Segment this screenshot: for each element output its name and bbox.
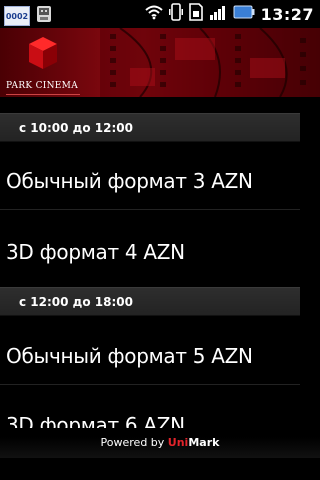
status-clock: 13:27 — [260, 4, 314, 24]
divider — [0, 384, 300, 385]
price-item[interactable]: 3D формат 6 AZN — [0, 397, 300, 428]
time-range-header: с 10:00 до 12:00 — [0, 113, 300, 142]
sim-icon — [188, 3, 203, 25]
time-range-header: с 12:00 до 18:00 — [0, 287, 300, 316]
wifi-icon — [144, 4, 163, 24]
header-banner: PARK CINEMA — [0, 28, 320, 97]
price-item[interactable]: Обычный формат 5 AZN — [0, 328, 300, 384]
divider — [0, 209, 300, 210]
logo-underline — [6, 94, 80, 95]
price-item[interactable]: 3D формат 4 AZN — [0, 224, 300, 280]
vibrate-icon — [168, 3, 183, 25]
logo-text: PARK CINEMA — [6, 81, 78, 91]
bottom-strip — [0, 458, 320, 480]
cube-logo-icon — [29, 37, 57, 69]
status-bar: 0002 13:27 — [0, 0, 320, 28]
brand-mark-text[interactable]: Mark — [188, 436, 219, 449]
signal-icon — [209, 4, 227, 24]
notification-badge[interactable]: 0002 — [4, 6, 30, 26]
price-list[interactable]: с 10:00 до 12:00 Обычный формат 3 AZN 3D… — [0, 97, 320, 428]
scrollbar[interactable] — [300, 97, 320, 428]
powered-by-label: Powered by — [100, 436, 168, 449]
price-item[interactable]: Обычный формат 3 AZN — [0, 153, 300, 209]
brand-uni-text[interactable]: Uni — [168, 436, 189, 449]
app-screen: 0002 13:27 PARK CINEMA с 10:00 до 12:00 … — [0, 0, 320, 480]
android-icon[interactable] — [34, 4, 54, 28]
battery-icon — [233, 4, 255, 24]
footer: Powered by UniMark — [0, 428, 320, 458]
